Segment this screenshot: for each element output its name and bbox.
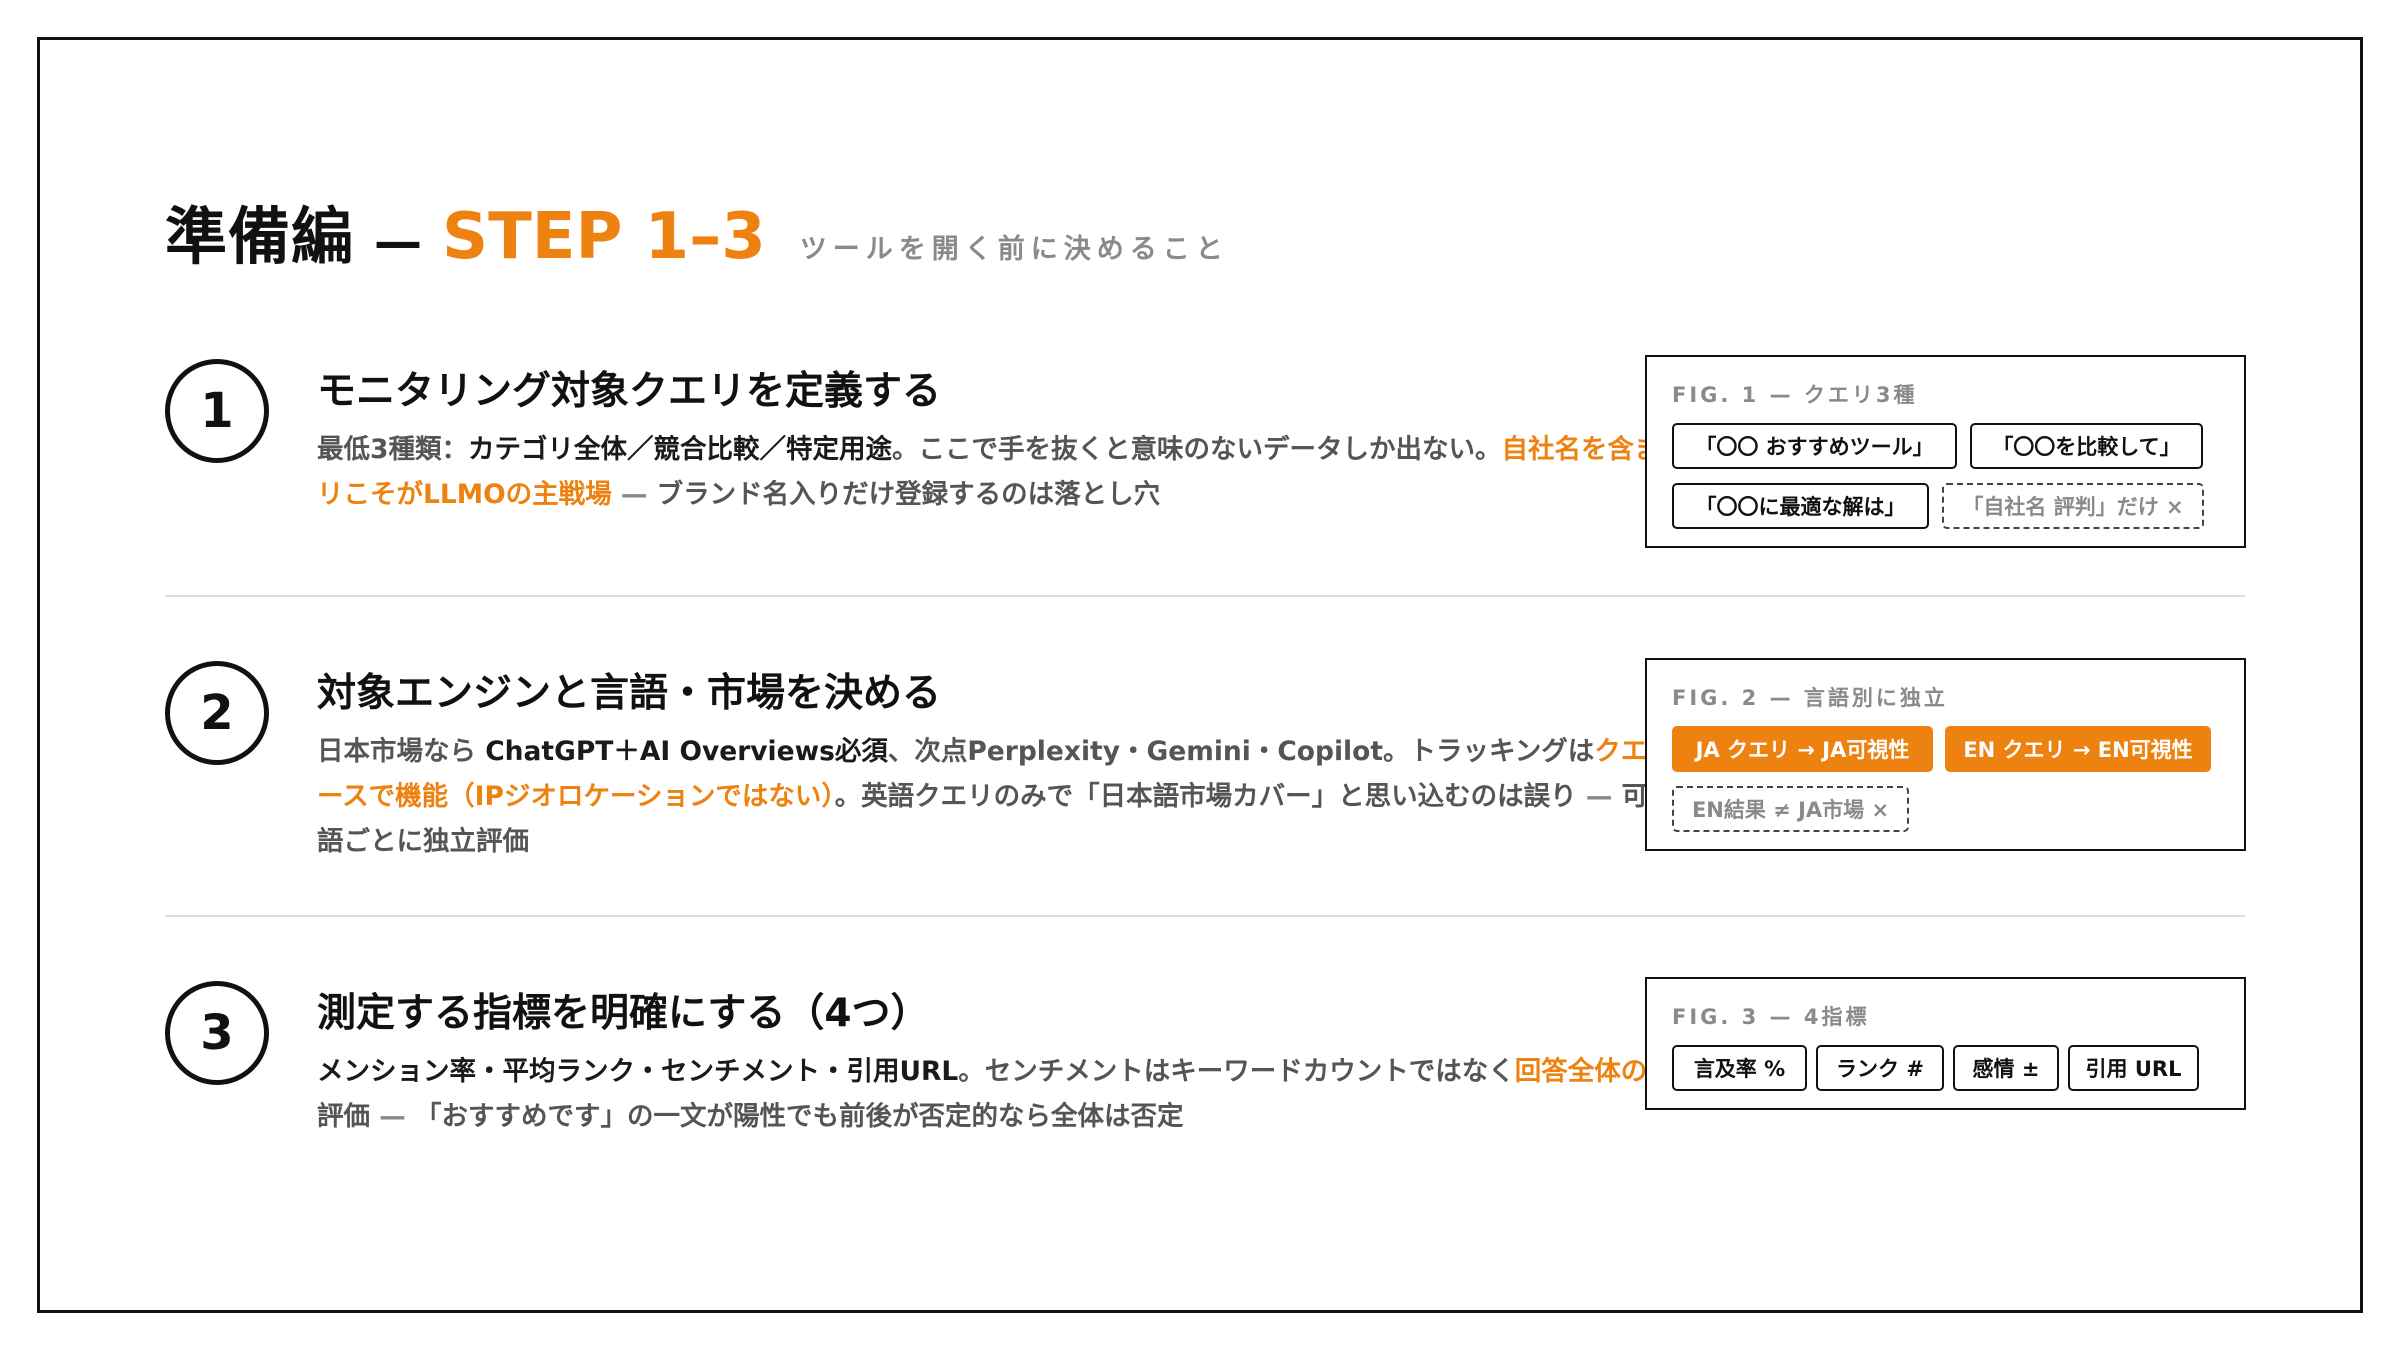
figure-caption: FIG. 3 — 4指標: [1672, 1005, 1870, 1029]
desc-dash: —: [1576, 781, 1622, 812]
page-subtitle: ツールを開く前に決めること: [799, 234, 1229, 265]
step-number-badge: 3: [165, 981, 269, 1085]
desc-dash: —: [370, 1101, 415, 1132]
step-number-badge: 2: [165, 661, 269, 765]
metric-chip: 感情 ±: [1953, 1045, 2059, 1091]
desc-strong: メンション率・平均ランク・センチメント・引用URL: [317, 1056, 959, 1087]
desc-text: 日本市場なら: [317, 736, 486, 767]
step-number-badge: 1: [165, 359, 269, 463]
language-chip: JA クエリ → JA可視性: [1672, 726, 1933, 772]
figure-2: FIG. 2 — 言語別に独立 JA クエリ → JA可視性 EN クエリ → …: [1645, 658, 2246, 851]
figure-caption: FIG. 1 — クエリ3種: [1672, 383, 1918, 407]
step-description: メンション率・平均ランク・センチメント・引用URL。センチメントはキーワードカウ…: [317, 1049, 1767, 1139]
query-chip: 「〇〇 おすすめツール」: [1672, 423, 1957, 469]
desc-dash: —: [611, 479, 657, 510]
desc-text: 。英語クエリのみで「日本語市場カバー」と思い込むのは誤り: [834, 781, 1577, 812]
page-title: 準備編: [165, 200, 355, 273]
figure-3: FIG. 3 — 4指標 言及率 % ランク # 感情 ± 引用 URL: [1645, 977, 2246, 1110]
desc-strong: ChatGPT＋AI Overviews必須: [485, 736, 888, 767]
language-chip: EN クエリ → EN可視性: [1945, 726, 2211, 772]
query-chip: 「〇〇に最適な解は」: [1672, 483, 1929, 529]
step-description: 日本市場なら ChatGPT＋AI Overviews必須、次点Perplexi…: [317, 729, 1767, 864]
metric-chip: ランク #: [1816, 1045, 1944, 1091]
figure-caption: FIG. 2 — 言語別に独立: [1672, 686, 1948, 710]
desc-text: 最低3種類：: [317, 434, 468, 465]
step-title: 対象エンジンと言語・市場を決める: [317, 671, 942, 716]
page-header: 準備編 — STEP 1–3 ツールを開く前に決めること: [165, 186, 1229, 276]
title-dash: —: [374, 214, 423, 270]
metric-chip: 引用 URL: [2068, 1045, 2199, 1091]
desc-text: 「おすすめです」の一文が陽性でも前後が否定的なら全体は否定: [414, 1101, 1184, 1132]
query-chip: 「〇〇を比較して」: [1970, 423, 2203, 469]
query-chip-excluded: 「自社名 評判」だけ ×: [1942, 483, 2204, 529]
desc-text: 。センチメントはキーワードカウントではなく: [958, 1056, 1515, 1087]
language-chip-excluded: EN結果 ≠ JA市場 ×: [1672, 786, 1909, 832]
step-range: STEP 1–3: [442, 200, 766, 274]
desc-text: ブランド名入りだけ登録するのは落とし穴: [656, 479, 1161, 510]
desc-text: 。ここで手を抜くと意味のないデータしか出ない。: [891, 434, 1502, 465]
step-description: 最低3種類：カテゴリ全体／競合比較／特定用途。ここで手を抜くと意味のないデータし…: [317, 427, 1767, 517]
desc-strong: カテゴリ全体／競合比較／特定用途: [467, 434, 892, 465]
desc-text: 、次点Perplexity・Gemini・Copilot。トラッキングは: [887, 736, 1595, 767]
figure-1: FIG. 1 — クエリ3種 「〇〇 おすすめツール」 「〇〇を比較して」 「〇…: [1645, 355, 2246, 548]
step-title: 測定する指標を明確にする（4つ）: [317, 991, 930, 1036]
section-divider: [165, 915, 2245, 917]
section-divider: [165, 595, 2245, 597]
metric-chip: 言及率 %: [1672, 1045, 1807, 1091]
step-title: モニタリング対象クエリを定義する: [317, 369, 942, 414]
